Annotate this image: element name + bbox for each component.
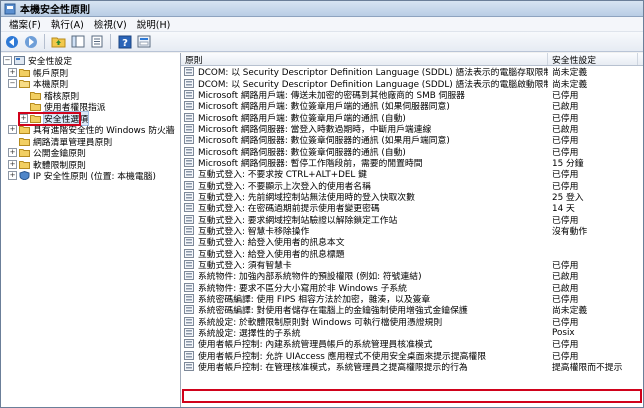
policy-list-pane: 原則 安全性設定 DCOM: 以 Security Descriptor Def… bbox=[181, 53, 643, 407]
tree-pane: − 安全性設定 + 帳戶原則 − 本機原則 稽核原則 使用者權限指派 + 安全性… bbox=[1, 53, 181, 407]
export-list-icon bbox=[91, 35, 102, 48]
policy-item-icon bbox=[184, 214, 194, 224]
tree-node-user-rights[interactable]: 使用者權限指派 bbox=[1, 101, 180, 113]
menu-bar: 檔案(F) 執行(A) 檢視(V) 說明(H) bbox=[1, 17, 643, 32]
policy-item-icon bbox=[184, 271, 194, 281]
tree-node-network-list[interactable]: 網路清單管理員原則 bbox=[1, 136, 180, 148]
policy-item-icon bbox=[184, 237, 194, 247]
toolbar: ? bbox=[1, 32, 643, 52]
show-tree-icon bbox=[71, 35, 84, 48]
policy-item-icon bbox=[184, 157, 194, 167]
policy-setting: Posix bbox=[552, 327, 575, 338]
expand-icon[interactable]: + bbox=[8, 125, 17, 135]
export-list-button[interactable] bbox=[88, 33, 105, 50]
forward-icon bbox=[24, 35, 37, 48]
menu-action[interactable]: 執行(A) bbox=[47, 17, 90, 31]
expand-icon[interactable]: + bbox=[8, 67, 17, 77]
policy-item-icon bbox=[184, 294, 194, 304]
policy-name: 使用者帳戶控制: 在管理核准模式，系統管理員之提高權限提示的行為 bbox=[198, 363, 468, 374]
policy-item-icon bbox=[184, 362, 194, 372]
toolbar-separator bbox=[110, 34, 111, 49]
column-header-setting[interactable]: 安全性設定 bbox=[548, 53, 638, 66]
local-security-policy-window: 本機安全性原則 檔案(F) 執行(A) 檢視(V) 說明(H) ? − 安全性設… bbox=[0, 0, 644, 408]
policy-item-icon bbox=[184, 305, 194, 315]
policy-item-icon bbox=[184, 260, 194, 270]
properties-icon bbox=[137, 35, 150, 48]
shield-icon bbox=[19, 171, 30, 181]
folder-icon bbox=[19, 126, 30, 135]
folder-icon bbox=[30, 103, 41, 112]
menu-help[interactable]: 說明(H) bbox=[133, 17, 177, 31]
policy-item-icon bbox=[184, 225, 194, 235]
highlight-box-tree bbox=[18, 112, 81, 126]
tree-node-local-policies[interactable]: − 本機原則 bbox=[1, 78, 180, 90]
tree-node-label: IP 安全性原則 (位置: 本機電腦) bbox=[33, 172, 156, 183]
policy-setting: 提高權限而不提示 bbox=[552, 363, 623, 374]
expand-icon[interactable]: + bbox=[8, 148, 17, 158]
policy-item-icon bbox=[184, 339, 194, 349]
policy-item-icon bbox=[184, 101, 194, 111]
policy-item-icon bbox=[184, 67, 194, 77]
back-button[interactable] bbox=[3, 33, 20, 50]
folder-icon bbox=[19, 149, 30, 158]
menu-file[interactable]: 檔案(F) bbox=[5, 17, 47, 31]
policy-item-icon bbox=[184, 78, 194, 88]
expand-icon[interactable]: + bbox=[8, 159, 17, 169]
help-icon: ? bbox=[118, 35, 131, 49]
policy-item-icon bbox=[184, 169, 194, 179]
folder-icon bbox=[19, 160, 30, 169]
tree-node-ip-security[interactable]: + IP 安全性原則 (位置: 本機電腦) bbox=[1, 170, 180, 182]
up-folder-icon bbox=[51, 37, 66, 48]
folder-open-icon bbox=[19, 80, 30, 89]
policy-item-icon bbox=[184, 248, 194, 258]
title-bar: 本機安全性原則 bbox=[1, 1, 643, 17]
policy-item-icon bbox=[184, 350, 194, 360]
collapse-icon[interactable]: − bbox=[8, 79, 17, 89]
policy-cell: 使用者帳戶控制: 在管理核准模式，系統管理員之提高權限提示的行為 bbox=[181, 360, 548, 373]
column-header-policy[interactable]: 原則 bbox=[181, 53, 548, 66]
table-row[interactable]: 使用者帳戶控制: 在管理核准模式，系統管理員之提高權限提示的行為 提高權限而不提示 bbox=[181, 360, 643, 374]
back-icon bbox=[5, 35, 18, 48]
folder-icon bbox=[19, 137, 30, 146]
policy-item-icon bbox=[184, 180, 194, 190]
policy-item-icon bbox=[184, 123, 194, 133]
policy-item-icon bbox=[184, 282, 194, 292]
policy-setting: 沒有動作 bbox=[552, 226, 588, 237]
help-button[interactable]: ? bbox=[116, 33, 133, 50]
policy-item-icon bbox=[184, 191, 194, 201]
expand-icon[interactable]: + bbox=[8, 171, 17, 181]
tree-node-public-key[interactable]: + 公開金鑰原則 bbox=[1, 147, 180, 159]
tree-node-account-policies[interactable]: + 帳戶原則 bbox=[1, 67, 180, 79]
policy-item-icon bbox=[184, 203, 194, 213]
policy-setting: 已停用 bbox=[552, 317, 579, 328]
policy-item-icon bbox=[184, 146, 194, 156]
svg-text:?: ? bbox=[122, 38, 128, 49]
list-header: 原則 安全性設定 bbox=[181, 53, 643, 66]
policy-item-icon bbox=[184, 135, 194, 145]
up-folder-button[interactable] bbox=[50, 33, 67, 50]
show-tree-button[interactable] bbox=[69, 33, 86, 50]
folder-icon bbox=[19, 68, 30, 77]
policy-item-icon bbox=[184, 316, 194, 326]
menu-view[interactable]: 檢視(V) bbox=[90, 17, 133, 31]
collapse-icon[interactable]: − bbox=[3, 56, 12, 66]
window-title: 本機安全性原則 bbox=[20, 5, 90, 16]
policy-item-icon bbox=[184, 112, 194, 122]
toolbar-separator bbox=[44, 34, 45, 49]
policy-item-icon bbox=[184, 89, 194, 99]
policy-icon bbox=[14, 56, 25, 66]
policy-rows: DCOM: 以 Security Descriptor Definition L… bbox=[181, 66, 643, 374]
main-area: − 安全性設定 + 帳戶原則 − 本機原則 稽核原則 使用者權限指派 + 安全性… bbox=[1, 53, 643, 407]
folder-icon bbox=[30, 91, 41, 100]
properties-button[interactable] bbox=[135, 33, 152, 50]
app-icon bbox=[4, 3, 16, 14]
policy-item-icon bbox=[184, 328, 194, 338]
forward-button[interactable] bbox=[22, 33, 39, 50]
highlight-box-list bbox=[182, 389, 642, 403]
tree-node-security-settings[interactable]: − 安全性設定 bbox=[1, 55, 180, 67]
